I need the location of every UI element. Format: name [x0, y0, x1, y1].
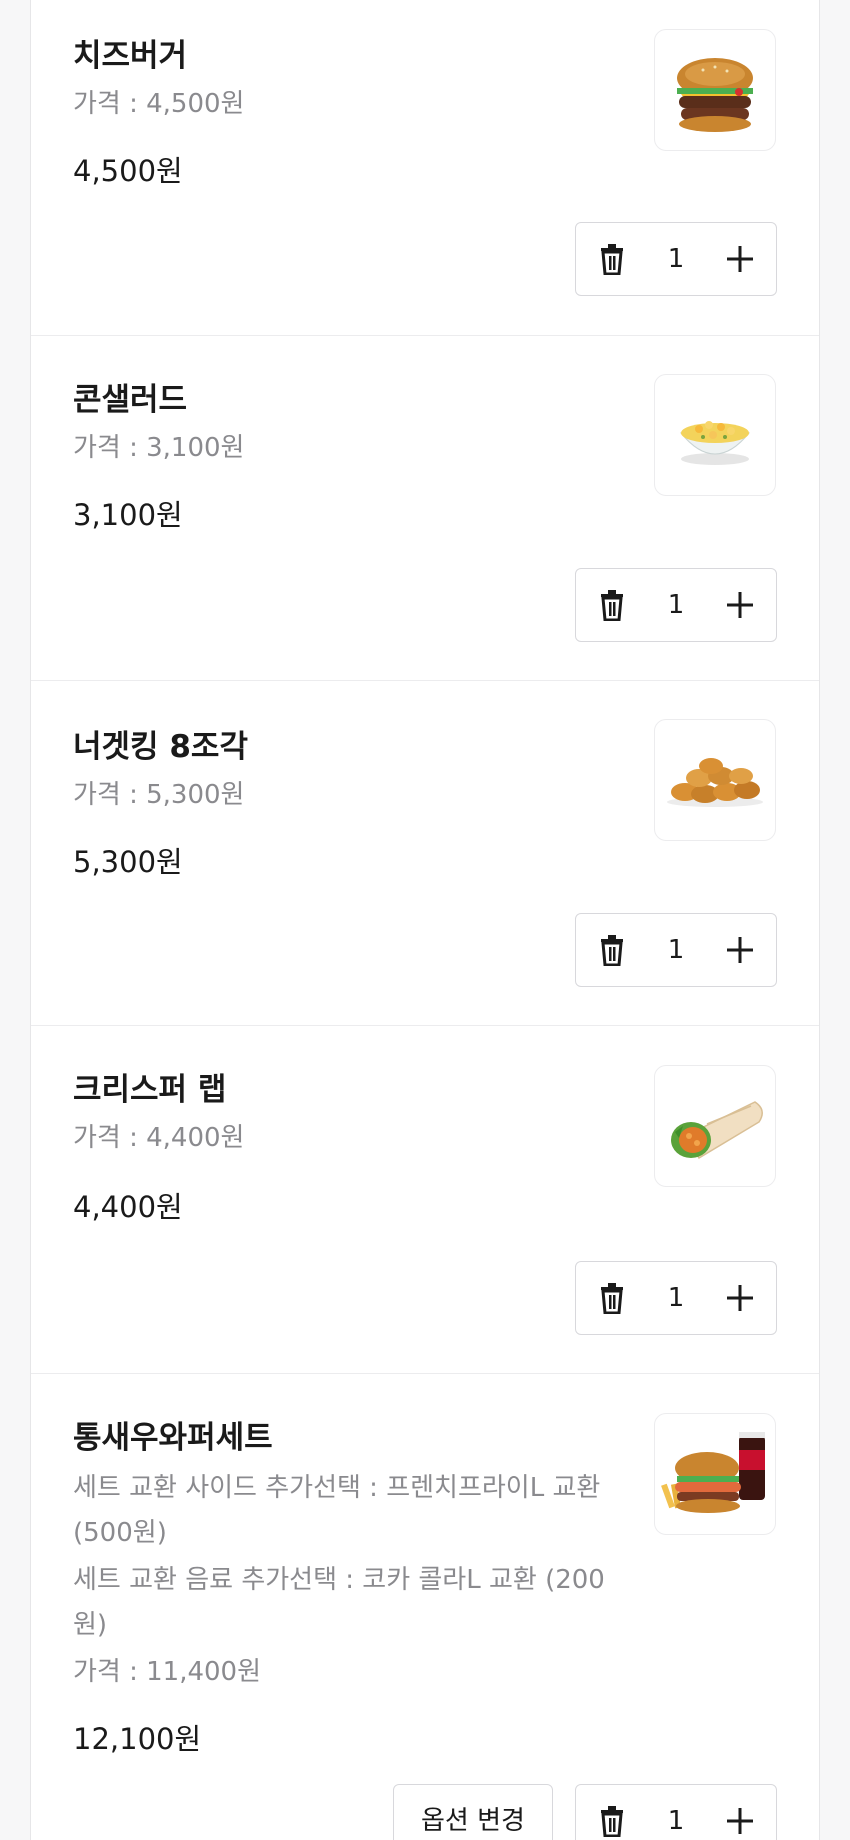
item-unit-price: 가격 : 11,400원	[73, 1657, 262, 1687]
item-option: 세트 교환 사이드 추가선택 : 프렌치프라이L 교환 (500원)	[73, 1473, 601, 1548]
item-total-price: 4,500원	[73, 154, 183, 188]
cheeseburger-image	[654, 29, 776, 151]
cart-item: 통새우와퍼세트 세트 교환 사이드 추가선택 : 프렌치프라이L 교환 (500…	[31, 1374, 819, 1840]
trash-icon[interactable]	[588, 581, 636, 629]
plus-icon[interactable]	[716, 235, 764, 283]
nuggets-image	[654, 719, 776, 841]
quantity-value: 1	[667, 244, 685, 274]
quantity-value: 1	[667, 1806, 685, 1836]
cart-item: 너겟킹 8조각 가격 : 5,300원 5,300원 1	[31, 681, 819, 1026]
plus-icon[interactable]	[716, 1797, 764, 1840]
quantity-value: 1	[667, 1283, 685, 1313]
shrimp-whopper-set-image	[654, 1413, 776, 1535]
cart-item: 치즈버거 가격 : 4,500원 4,500원 1	[31, 0, 819, 336]
quantity-stepper: 1	[575, 568, 777, 642]
quantity-value: 1	[667, 935, 685, 965]
item-unit-price: 가격 : 5,300원	[73, 780, 245, 810]
plus-icon[interactable]	[716, 1274, 764, 1322]
quantity-stepper: 1	[575, 913, 777, 987]
trash-icon[interactable]	[588, 235, 636, 283]
item-name: 콘샐러드	[73, 382, 188, 418]
item-total-price: 3,100원	[73, 498, 183, 532]
quantity-stepper: 1	[575, 1784, 777, 1840]
cart-item: 콘샐러드 가격 : 3,100원 3,100원 1	[31, 336, 819, 681]
item-total-price: 5,300원	[73, 845, 183, 879]
item-unit-price: 가격 : 4,500원	[73, 89, 245, 119]
item-total-price: 4,400원	[73, 1190, 183, 1224]
item-name: 통새우와퍼세트	[73, 1420, 273, 1456]
trash-icon[interactable]	[588, 1274, 636, 1322]
option-change-button[interactable]: 옵션 변경	[393, 1784, 553, 1840]
plus-icon[interactable]	[716, 581, 764, 629]
trash-icon[interactable]	[588, 1797, 636, 1840]
cart-list: 치즈버거 가격 : 4,500원 4,500원 1 콘샐러드 가격: 3,10…	[30, 0, 820, 1840]
corn-salad-image	[654, 374, 776, 496]
item-name: 크리스퍼 랩	[73, 1072, 227, 1108]
item-unit-price: 가격 : 4,400원	[73, 1123, 245, 1153]
item-name: 너겟킹 8조각	[73, 729, 248, 765]
item-total-price: 12,100원	[73, 1722, 202, 1756]
item-unit-price: 가격 : 3,100원	[73, 433, 245, 463]
quantity-stepper: 1	[575, 1261, 777, 1335]
item-name: 치즈버거	[73, 38, 188, 74]
trash-icon[interactable]	[588, 926, 636, 974]
plus-icon[interactable]	[716, 926, 764, 974]
cart-item: 크리스퍼 랩 가격 : 4,400원 4,400원 1	[31, 1026, 819, 1374]
wrap-image	[654, 1065, 776, 1187]
quantity-value: 1	[667, 590, 685, 620]
item-option: 세트 교환 음료 추가선택 : 코카 콜라L 교환 (200원)	[73, 1565, 605, 1640]
quantity-stepper: 1	[575, 222, 777, 296]
